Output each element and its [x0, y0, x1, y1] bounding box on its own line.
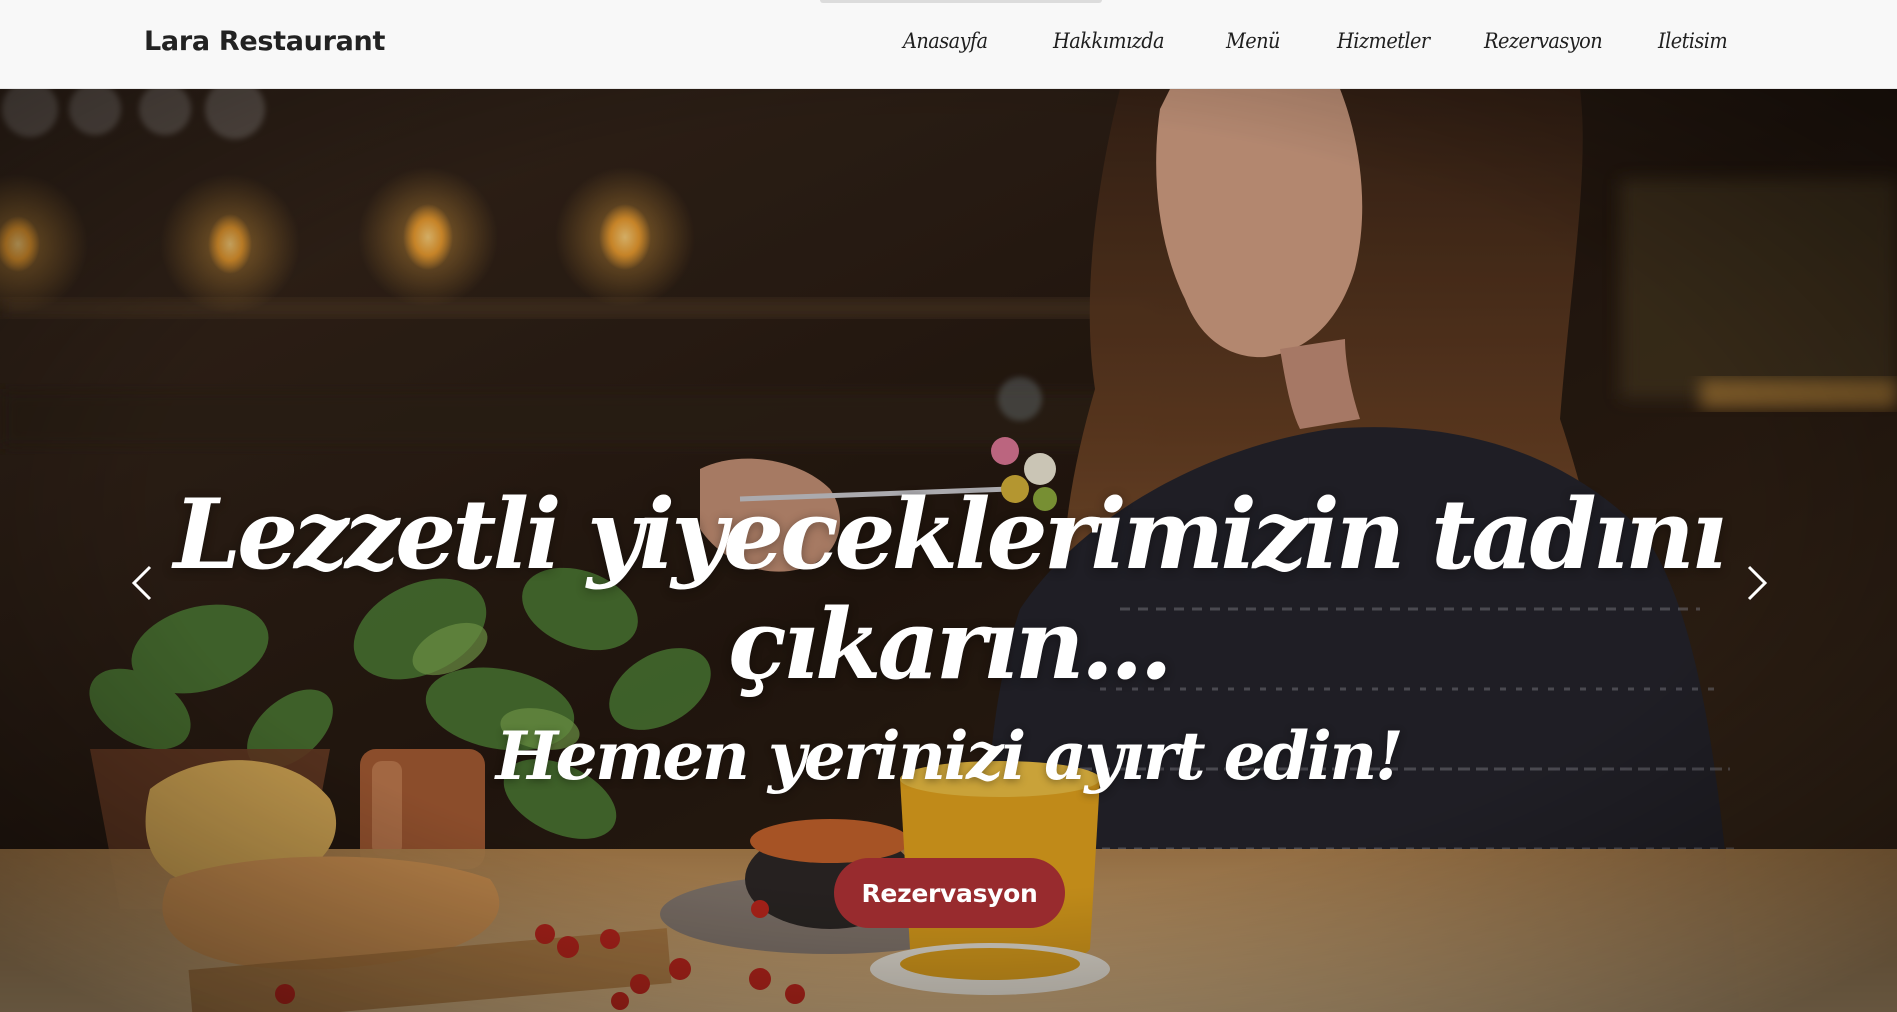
nav-link-hizmetler[interactable]: Hizmetler [1337, 29, 1430, 53]
nav-menu: Anasayfa Hakkımızda Menü Hizmetler Rezer… [0, 29, 1897, 63]
nav-link-iletisim[interactable]: Iletisim [1658, 29, 1728, 53]
nav-link-anasayfa[interactable]: Anasayfa [903, 29, 988, 53]
nav-link-hakkimizda[interactable]: Hakkımızda [1053, 29, 1165, 53]
reservation-button[interactable]: Rezervasyon [834, 858, 1065, 928]
hero-title-line-1: Lezzetli yiyeceklerimizin tadını [173, 478, 1728, 591]
hero-title-line-2: çıkarın... [728, 588, 1173, 701]
nav-link-rezervasyon[interactable]: Rezervasyon [1484, 29, 1603, 53]
hero-title: Lezzetli yiyeceklerimizin tadını çıkarın… [0, 480, 1897, 700]
navbar: Lara Restaurant Anasayfa Hakkımızda Menü… [0, 0, 1897, 89]
hero-subtitle: Hemen yerinizi ayırt edin! [495, 717, 1404, 795]
nav-link-menu[interactable]: Menü [1226, 29, 1280, 53]
top-tab-indicator [820, 0, 1102, 3]
